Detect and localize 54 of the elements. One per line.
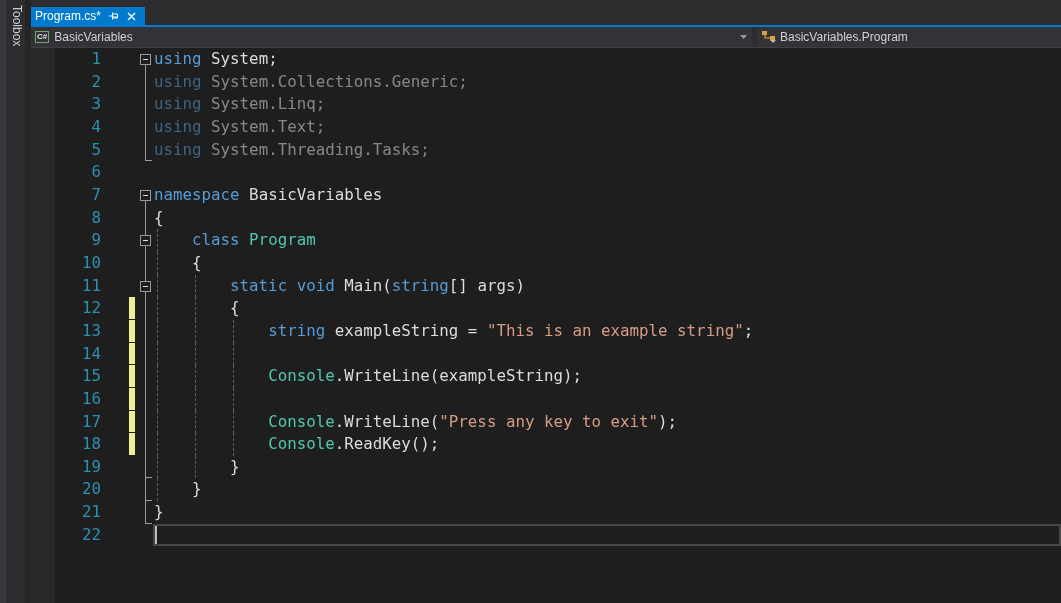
code-line: class Program: [192, 229, 316, 252]
code-line: using System.Collections.Generic;: [154, 70, 468, 93]
line-number: 9: [91, 230, 101, 250]
code-line: static void Main(string[] args): [230, 274, 525, 297]
text-cursor-icon: [155, 525, 157, 545]
code-line: using System.Text;: [154, 115, 326, 138]
line-number: 8: [91, 207, 101, 227]
code-line: }: [230, 455, 240, 478]
collapse-icon[interactable]: [140, 280, 151, 292]
class-icon: [761, 30, 777, 44]
code-line: {: [192, 251, 202, 274]
line-number: 4: [91, 116, 101, 136]
collapse-icon[interactable]: [140, 235, 151, 247]
line-number: 7: [91, 184, 101, 204]
code-line: namespace BasicVariables: [154, 183, 383, 206]
close-icon[interactable]: [127, 11, 137, 21]
line-number: 2: [91, 71, 101, 91]
line-number: 18: [81, 434, 101, 454]
code-line: using System.Threading.Tasks;: [154, 138, 430, 161]
toolbox-tab[interactable]: Toolbox: [9, 0, 25, 49]
line-number: 11: [81, 275, 101, 295]
line-number: 19: [81, 456, 101, 476]
line-number: 16: [81, 388, 101, 408]
code-line: }: [154, 501, 164, 524]
line-number: 6: [91, 162, 101, 182]
line-number: 15: [81, 366, 101, 386]
line-number: 22: [81, 524, 101, 544]
code-line: Console.WriteLine(exampleString);: [268, 365, 582, 388]
line-number: 10: [81, 252, 101, 272]
code-line: Console.ReadKey();: [268, 433, 440, 456]
document-tab[interactable]: Program.cs*: [31, 7, 146, 25]
collapse-icon[interactable]: [140, 54, 151, 65]
line-number: 1: [91, 49, 101, 68]
project-dropdown[interactable]: C# BasicVariables: [31, 27, 752, 47]
code-line: {: [154, 206, 164, 229]
code-line: using System;: [154, 48, 278, 70]
collapse-icon[interactable]: [140, 189, 151, 201]
line-number: 20: [81, 479, 101, 499]
line-number: 12: [81, 298, 101, 318]
line-number: 21: [81, 502, 101, 522]
line-number: 3: [91, 94, 101, 114]
language-tag: C#: [35, 31, 50, 43]
caret-icon[interactable]: [740, 35, 747, 39]
code-line: using System.Linq;: [154, 93, 326, 116]
line-number: 17: [81, 411, 101, 431]
code-line: Console.WriteLine("Press any key to exit");: [268, 410, 678, 433]
pin-icon[interactable]: [109, 12, 119, 20]
line-number: 5: [91, 139, 101, 159]
code-line: }: [192, 478, 202, 501]
code-line: string exampleString = "This is an example string";: [268, 319, 754, 342]
line-number: 14: [81, 343, 101, 363]
line-number: 13: [81, 320, 101, 340]
code-line: {: [230, 297, 240, 320]
member-dropdown[interactable]: BasicVariables.Program: [757, 27, 1061, 47]
